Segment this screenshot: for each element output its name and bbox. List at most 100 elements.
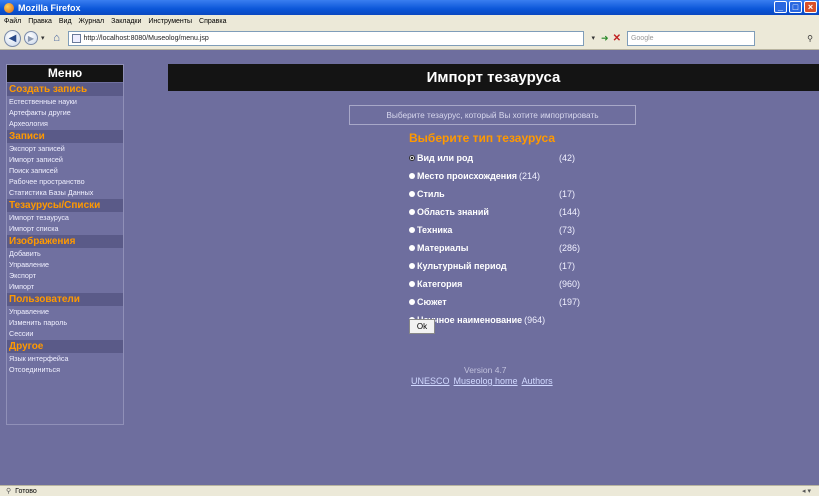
menu-help[interactable]: Справка [199,18,226,25]
option-knowledge-area[interactable]: Область знаний (144) [409,203,580,221]
radio[interactable] [409,209,415,215]
version-text: Version 4.7 [464,365,507,375]
option-count: (960) [559,279,581,289]
stop-icon[interactable]: ✕ [613,33,621,44]
section-images: Изображения [7,235,123,248]
sidebar-item-interface-language[interactable]: Язык интерфейса [7,353,123,364]
minimize-button[interactable]: _ [774,1,787,13]
forward-arrow-icon: ▶ [27,33,35,43]
option-category[interactable]: Категория (960) [409,275,580,293]
option-species-genus[interactable]: Вид или род (42) [409,149,580,167]
option-count: (42) [559,153,576,163]
go-arrow-icon[interactable]: ➜ [601,33,609,44]
section-records: Записи [7,130,123,143]
option-materials[interactable]: Материалы (286) [409,239,580,257]
radio[interactable] [409,173,415,179]
option-subject[interactable]: Сюжет (197) [409,293,580,311]
browser-menubar: Файл Правка Вид Журнал Закладки Инструме… [0,15,819,27]
menu-tools[interactable]: Инструменты [148,18,192,25]
radio[interactable] [409,191,415,197]
history-dropdown-icon[interactable]: ▾ [41,34,45,42]
option-cultural-period[interactable]: Культурный период (17) [409,257,580,275]
menu-file[interactable]: Файл [4,18,21,25]
page-title: Импорт тезауруса [168,64,819,91]
option-technique[interactable]: Техника (73) [409,221,580,239]
sidebar-item-other-artifacts[interactable]: Артефакты другие [7,107,123,118]
option-count: (197) [559,297,581,307]
back-button[interactable]: ◀ [4,29,21,47]
back-arrow-icon: ◀ [8,32,17,44]
sidebar-item-disconnect[interactable]: Отсоединиться [7,364,123,375]
thesaurus-prompt: Выберите тезаурус, который Вы хотите имп… [349,105,636,125]
search-icon[interactable]: ⚲ [807,34,813,43]
option-count: (286) [559,243,581,253]
page-content: Меню Создать запись Естественные науки А… [0,51,819,485]
sidebar-item-import-list[interactable]: Импорт списка [7,223,123,234]
option-label: Область знаний [417,207,489,217]
menu-view[interactable]: Вид [59,18,72,25]
sidebar-item-add-image[interactable]: Добавить [7,248,123,259]
sidebar-item-import-thesaurus[interactable]: Импорт тезауруса [7,212,123,223]
sidebar-item-archaeology[interactable]: Археология [7,118,123,129]
menu-bookmarks[interactable]: Закладки [111,18,141,25]
sidebar-item-sessions[interactable]: Сессии [7,328,123,339]
menu-history[interactable]: Журнал [79,18,105,25]
sidebar-item-manage-images[interactable]: Управление [7,259,123,270]
radio[interactable] [409,281,415,287]
option-label: Техника [417,225,453,235]
option-label: Вид или род [417,153,474,163]
radio[interactable] [409,299,415,305]
navigation-toolbar: ◀ ▶ ▾ ⌂ http://localhost:8080/Museolog/m… [0,27,819,50]
url-text: http://localhost:8080/Museolog/menu.jsp [83,34,209,42]
page-favicon-icon [71,33,81,43]
option-style[interactable]: Стиль (17) [409,185,580,203]
section-users: Пользователи [7,293,123,306]
radio[interactable] [409,227,415,233]
sidebar-item-search-records[interactable]: Поиск записей [7,165,123,176]
firefox-icon [4,2,14,13]
section-create-record: Создать запись [7,83,123,96]
option-count: (17) [559,261,576,271]
option-label: Материалы [417,243,469,253]
footer-links: UNESCO Museolog home Authors [411,376,553,386]
option-label: Место происхождения [417,171,518,181]
status-text: Готово [15,487,37,495]
maximize-button[interactable]: □ [789,1,802,13]
link-authors[interactable]: Authors [522,376,553,386]
sidebar-item-natural-sciences[interactable]: Естественные науки [7,96,123,107]
sidebar-item-export-records[interactable]: Экспорт записей [7,143,123,154]
option-label: Сюжет [417,297,447,307]
option-count: (17) [559,189,576,199]
link-unesco[interactable]: UNESCO [411,376,450,386]
radio-checked[interactable] [409,155,415,161]
sidebar-item-workspace[interactable]: Рабочее пространство [7,176,123,187]
sidebar-item-db-statistics[interactable]: Статистика Базы Данных [7,187,123,198]
sidebar-item-import-images[interactable]: Импорт [7,281,123,292]
section-thesauri-lists: Тезаурусы/Списки [7,199,123,212]
url-dropdown-icon[interactable]: ▾ [592,34,596,42]
sidebar-item-change-password[interactable]: Изменить пароль [7,317,123,328]
radio[interactable] [409,263,415,269]
home-icon[interactable]: ⌂ [50,31,64,45]
sidebar-item-import-records[interactable]: Импорт записей [7,154,123,165]
search-input[interactable]: Google [626,30,755,46]
option-count: (73) [559,225,576,235]
window-titlebar: Mozilla Firefox _ □ × [0,0,819,15]
thesaurus-type-options: Вид или род (42) Место происхождения (21… [409,149,580,329]
close-button[interactable]: × [804,1,817,13]
option-place-of-origin[interactable]: Место происхождения (214) [409,167,580,185]
ok-button[interactable]: Ok [409,319,435,334]
option-label: Категория [417,279,463,289]
sidebar-item-export-images[interactable]: Экспорт [7,270,123,281]
radio[interactable] [409,245,415,251]
section-other: Другое [7,340,123,353]
status-search-icon: ⚲ [6,488,12,495]
option-count: (214) [519,171,541,181]
url-bar[interactable]: http://localhost:8080/Museolog/menu.jsp [67,30,584,46]
link-museolog-home[interactable]: Museolog home [454,376,518,386]
thesaurus-type-title: Выберите тип тезауруса [409,131,556,145]
menu-edit[interactable]: Правка [28,18,52,25]
forward-button[interactable]: ▶ [24,31,38,45]
sidebar-item-manage-users[interactable]: Управление [7,306,123,317]
option-count: (964) [524,315,546,325]
